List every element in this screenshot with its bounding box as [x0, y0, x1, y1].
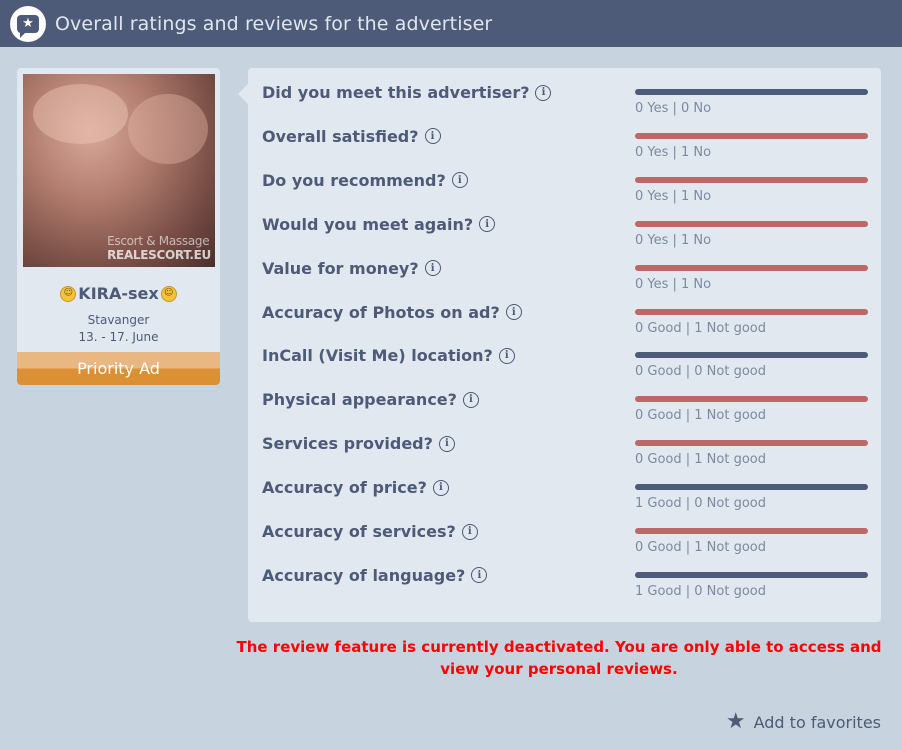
rating-question-text: Accuracy of price? [262, 478, 427, 498]
rating-bar [635, 528, 868, 534]
rating-question-text: Accuracy of services? [262, 522, 456, 541]
rating-row: Physical appearance? i 0 Good | 1 Not good [248, 375, 881, 423]
rating-question-text: Would you meet again? [262, 214, 474, 234]
rating-bar [635, 264, 868, 271]
rating-question: Value for money? i [262, 259, 441, 278]
rating-row: Accuracy of price? i 1 Good | 0 Not good [248, 463, 881, 511]
info-icon[interactable]: i [471, 567, 488, 584]
rating-question-text: Accuracy of Photos on ad? [262, 302, 500, 322]
star-icon: ★ [725, 709, 746, 734]
rating-question: Would you meet again? i [262, 214, 496, 234]
rating-bar [635, 220, 868, 227]
info-icon[interactable]: i [432, 479, 449, 496]
add-to-favorites-label: Add to favorites [753, 712, 881, 732]
rating-row: Did you meet this advertiser? i 0 Yes | 0 … [248, 68, 881, 116]
rating-question-text: Services provided? [262, 434, 433, 454]
rating-question-text: Value for money? [262, 258, 419, 278]
advertiser-dates: 13. - 17. June [78, 330, 159, 344]
rating-question: Accuracy of Photos on ad? i [262, 303, 522, 322]
rating-row: InCall (Visit Me) location? i 0 Good | 0 N… [248, 331, 881, 379]
rating-question: InCall (Visit Me) location? i [262, 346, 515, 365]
rating-question: Accuracy of language? i [262, 565, 488, 585]
rating-question-text: InCall (Visit Me) location? [262, 346, 493, 366]
rating-row: Overall satisfied? i 0 Yes | 1 No [248, 112, 881, 160]
rating-question: Accuracy of services? i [262, 522, 478, 541]
add-to-favorites-button[interactable]: ★ Add to favorites [726, 711, 881, 733]
info-icon[interactable]: i [424, 260, 441, 277]
rating-row: Accuracy of services? i 0 Good | 1 Not goo… [248, 507, 881, 555]
rating-row: Do you recommend? i 0 Yes | 1 No [248, 156, 881, 204]
advertiser-photo[interactable]: Escort & Massage REALESCORT.EU [23, 74, 215, 267]
smiley-icon: ☺ [160, 285, 177, 302]
info-icon[interactable]: i [462, 391, 479, 408]
rating-question-text: Overall satisfied? [262, 126, 419, 146]
rating-row: Accuracy of language? i 1 Good | 0 Not goo… [248, 551, 881, 599]
smiley-icon: ☺ [60, 285, 77, 302]
ratings-panel: Did you meet this advertiser? i 0 Yes | 0 … [238, 68, 881, 622]
advertiser-name-row[interactable]: ☺ KIRA-sex ☺ [17, 284, 220, 303]
rating-question: Physical appearance? i [262, 390, 479, 409]
page-title: Overall ratings and reviews for the adve… [55, 12, 493, 35]
rating-question-text: Did you meet this advertiser? [262, 83, 530, 102]
rating-counts: 1 Good | 0 Not good [635, 583, 767, 599]
advertiser-card[interactable]: Escort & Massage REALESCORT.EU ☺ KIRA-sex… [17, 68, 220, 385]
info-icon[interactable]: i [461, 523, 478, 540]
rating-question: Accuracy of price? i [262, 478, 449, 497]
info-icon[interactable]: i [505, 304, 522, 320]
rating-question: Did you meet this advertiser? i [262, 83, 552, 102]
review-deactivated-notice: The review feature is currently deactiva… [236, 638, 882, 678]
advertiser-city: Stavanger [87, 313, 150, 327]
rating-row: Accuracy of Photos on ad? i 0 Good | 1 Not… [248, 288, 881, 336]
rating-bar [635, 352, 868, 359]
rating-question: Do you recommend? i [262, 171, 468, 190]
rating-question-text: Physical appearance? [262, 390, 457, 410]
info-icon[interactable]: i [479, 216, 496, 233]
info-icon[interactable]: i [438, 435, 455, 452]
rating-row: Would you meet again? i 0 Yes | 1 No [248, 200, 881, 248]
rating-bar [635, 176, 868, 183]
info-icon[interactable]: i [498, 347, 515, 364]
rating-bar [635, 571, 868, 578]
rating-question: Overall satisfied? i [262, 127, 441, 146]
rating-bar [635, 132, 868, 139]
photo-watermark: Escort & Massage REALESCORT.EU [107, 234, 211, 262]
page-header: ★ Overall ratings and reviews for the ad… [0, 0, 902, 47]
info-icon[interactable]: i [424, 128, 441, 145]
rating-bar [635, 484, 868, 491]
rating-question: Services provided? i [262, 434, 455, 453]
rating-bar [635, 396, 868, 403]
advertiser-name[interactable]: KIRA-sex [78, 284, 158, 303]
star-chat-icon: ★ [10, 5, 46, 42]
info-icon[interactable]: i [451, 172, 468, 189]
priority-ad-badge: Priority Ad [17, 352, 220, 385]
rating-bar [635, 440, 868, 447]
rating-row: Value for money? i 0 Yes | 1 No [248, 244, 881, 292]
info-icon[interactable]: i [535, 84, 552, 101]
rating-bar [635, 308, 868, 315]
rating-question-text: Accuracy of language? [262, 565, 466, 585]
rating-bar [635, 89, 868, 95]
rating-question-text: Do you recommend? [262, 170, 446, 190]
rating-row: Services provided? i 0 Good | 1 Not good [248, 419, 881, 467]
